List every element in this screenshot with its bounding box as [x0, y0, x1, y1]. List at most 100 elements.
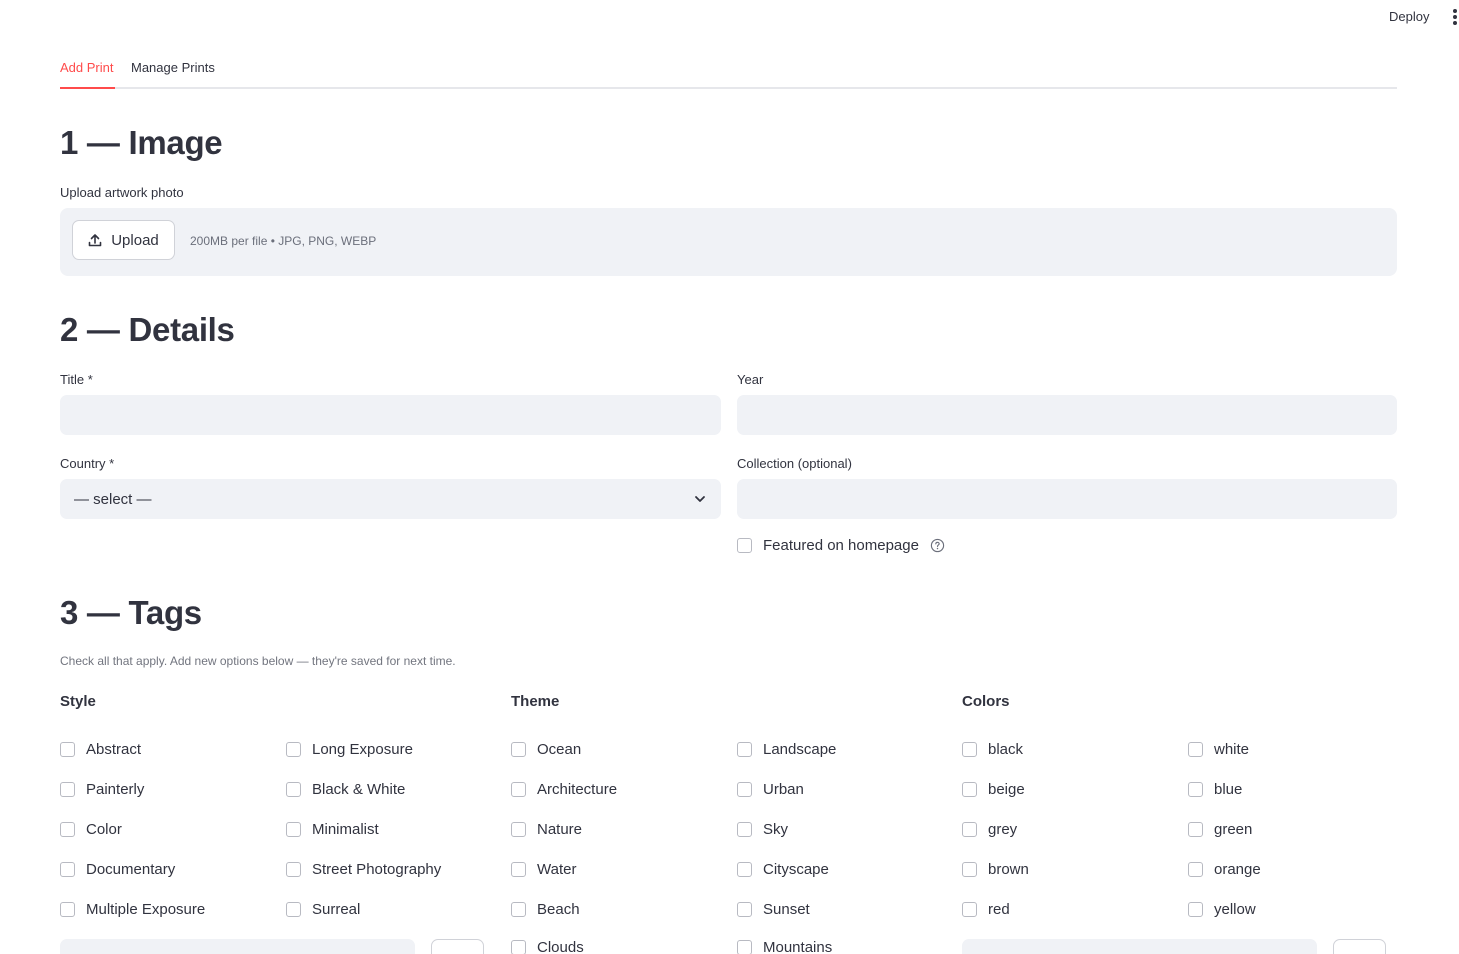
- checkbox[interactable]: [511, 782, 526, 797]
- color-option[interactable]: brown: [962, 861, 1029, 878]
- title-input[interactable]: [60, 395, 721, 435]
- theme-option[interactable]: Beach: [511, 901, 580, 918]
- checkbox[interactable]: [737, 822, 752, 837]
- color-option[interactable]: beige: [962, 781, 1025, 798]
- checkbox[interactable]: [737, 782, 752, 797]
- featured-checkbox[interactable]: [737, 538, 752, 553]
- checkbox[interactable]: [60, 782, 75, 797]
- style-option[interactable]: Minimalist: [286, 821, 379, 838]
- section-heading-details: 2 — Details: [60, 311, 235, 348]
- style-option[interactable]: Documentary: [60, 861, 175, 878]
- theme-option[interactable]: Sunset: [737, 901, 810, 918]
- color-option[interactable]: yellow: [1188, 901, 1256, 918]
- add-color-input[interactable]: [962, 939, 1317, 954]
- color-option[interactable]: black: [962, 741, 1023, 758]
- add-style-input[interactable]: [60, 939, 415, 954]
- year-input[interactable]: [737, 395, 1397, 435]
- checkbox[interactable]: [1188, 822, 1203, 837]
- checkbox[interactable]: [737, 940, 752, 954]
- checkbox[interactable]: [962, 782, 977, 797]
- style-option[interactable]: Long Exposure: [286, 741, 413, 758]
- color-option[interactable]: green: [1188, 821, 1252, 838]
- country-select[interactable]: — select —: [60, 479, 721, 519]
- checkbox[interactable]: [511, 902, 526, 917]
- checkbox[interactable]: [286, 782, 301, 797]
- style-option[interactable]: Abstract: [60, 741, 141, 758]
- theme-heading: Theme: [511, 693, 560, 710]
- option-label: Painterly: [86, 781, 145, 798]
- color-option[interactable]: orange: [1188, 861, 1261, 878]
- theme-option[interactable]: Architecture: [511, 781, 617, 798]
- checkbox[interactable]: [511, 862, 526, 877]
- option-label: Color: [86, 821, 122, 838]
- theme-option[interactable]: Water: [511, 861, 576, 878]
- tab-bar: Add Print Manage Prints: [60, 55, 1397, 89]
- color-option[interactable]: blue: [1188, 781, 1242, 798]
- checkbox[interactable]: [1188, 902, 1203, 917]
- option-label: Black & White: [312, 781, 406, 798]
- checkbox[interactable]: [511, 822, 526, 837]
- featured-checkbox-row[interactable]: Featured on homepage: [737, 537, 945, 554]
- chevron-down-icon: [695, 496, 705, 502]
- color-option[interactable]: grey: [962, 821, 1017, 838]
- checkbox[interactable]: [286, 862, 301, 877]
- tab-add-print[interactable]: Add Print: [60, 60, 115, 89]
- theme-option[interactable]: Urban: [737, 781, 804, 798]
- theme-option[interactable]: Sky: [737, 821, 788, 838]
- option-label: Minimalist: [312, 821, 379, 838]
- color-option[interactable]: white: [1188, 741, 1249, 758]
- checkbox[interactable]: [286, 902, 301, 917]
- checkbox[interactable]: [1188, 742, 1203, 757]
- option-label: Abstract: [86, 741, 142, 758]
- theme-option[interactable]: Nature: [511, 821, 582, 838]
- style-option[interactable]: Painterly: [60, 781, 144, 798]
- style-option[interactable]: Street Photography: [286, 861, 441, 878]
- checkbox[interactable]: [962, 862, 977, 877]
- year-field-wrapper: [737, 395, 1397, 435]
- section-heading-tags: 3 — Tags: [60, 594, 202, 631]
- style-option[interactable]: Black & White: [286, 781, 405, 798]
- checkbox[interactable]: [60, 902, 75, 917]
- collection-input[interactable]: [737, 479, 1397, 519]
- checkbox[interactable]: [511, 940, 526, 954]
- checkbox[interactable]: [962, 902, 977, 917]
- checkbox[interactable]: [286, 742, 301, 757]
- tags-caption: Check all that apply. Add new options be…: [60, 654, 456, 668]
- checkbox[interactable]: [1188, 782, 1203, 797]
- checkbox[interactable]: [60, 822, 75, 837]
- upload-icon: [88, 234, 102, 247]
- theme-option[interactable]: Cityscape: [737, 861, 829, 878]
- theme-option[interactable]: Mountains: [737, 939, 832, 954]
- deploy-button[interactable]: Deploy: [1389, 9, 1429, 24]
- country-selected-value: — select —: [74, 490, 152, 508]
- tab-manage-prints[interactable]: Manage Prints: [131, 60, 215, 89]
- add-color-button[interactable]: Add: [1333, 939, 1386, 954]
- add-style-button[interactable]: Add: [431, 939, 484, 954]
- checkbox[interactable]: [962, 822, 977, 837]
- upload-button[interactable]: Upload: [72, 220, 175, 260]
- theme-option[interactable]: Ocean: [511, 741, 581, 758]
- checkbox[interactable]: [60, 862, 75, 877]
- checkbox[interactable]: [60, 742, 75, 757]
- option-label: blue: [1214, 781, 1243, 798]
- checkbox[interactable]: [737, 742, 752, 757]
- checkbox[interactable]: [737, 862, 752, 877]
- color-option[interactable]: red: [962, 901, 1010, 918]
- option-label: Sunset: [763, 901, 810, 918]
- year-label: Year: [737, 372, 764, 387]
- checkbox[interactable]: [286, 822, 301, 837]
- style-option[interactable]: Multiple Exposure: [60, 901, 205, 918]
- kebab-menu-icon[interactable]: [1448, 8, 1459, 26]
- theme-option[interactable]: Clouds: [511, 939, 584, 954]
- theme-option[interactable]: Landscape: [737, 741, 836, 758]
- option-label: Ocean: [537, 741, 582, 758]
- checkbox[interactable]: [962, 742, 977, 757]
- collection-field-wrapper: [737, 479, 1397, 519]
- style-option[interactable]: Surreal: [286, 901, 360, 918]
- checkbox[interactable]: [737, 902, 752, 917]
- checkbox[interactable]: [1188, 862, 1203, 877]
- help-circle-icon[interactable]: [930, 538, 945, 553]
- style-option[interactable]: Color: [60, 821, 122, 838]
- file-uploader-dropzone[interactable]: Upload 200MB per file • JPG, PNG, WEBP: [60, 208, 1397, 276]
- checkbox[interactable]: [511, 742, 526, 757]
